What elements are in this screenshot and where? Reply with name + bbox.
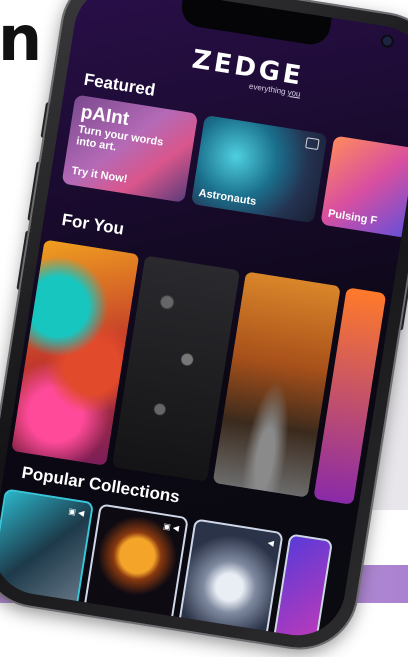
camera-icon [382,35,393,47]
featured-title: Featured [82,69,157,100]
image-sound-icons: ▣ ◀ [67,506,85,518]
featured-card-pulsing[interactable]: Pulsing F [320,135,408,244]
featured-card-astronauts[interactable]: Astronauts [190,115,328,224]
phone-mockup: ZEDGE everything you Featured pAInt Turn… [0,0,408,656]
card-label: Pulsing F [327,207,378,228]
sound-icon: ◀ [267,538,275,548]
image-sound-icons: ▣ ◀ [162,521,180,533]
collection-card[interactable] [271,533,334,643]
card-label: Astronauts [197,187,258,208]
for-you-title: For You [60,210,126,239]
featured-card-paint[interactable]: pAInt Turn your words into art. Try it N… [61,94,199,203]
try-it-now-link[interactable]: Try it Now! [71,165,128,186]
tagline-emphasis: you [287,87,302,99]
for-you-grid[interactable] [11,239,387,505]
image-icon [305,137,320,151]
headline-letter: n [0,2,43,75]
